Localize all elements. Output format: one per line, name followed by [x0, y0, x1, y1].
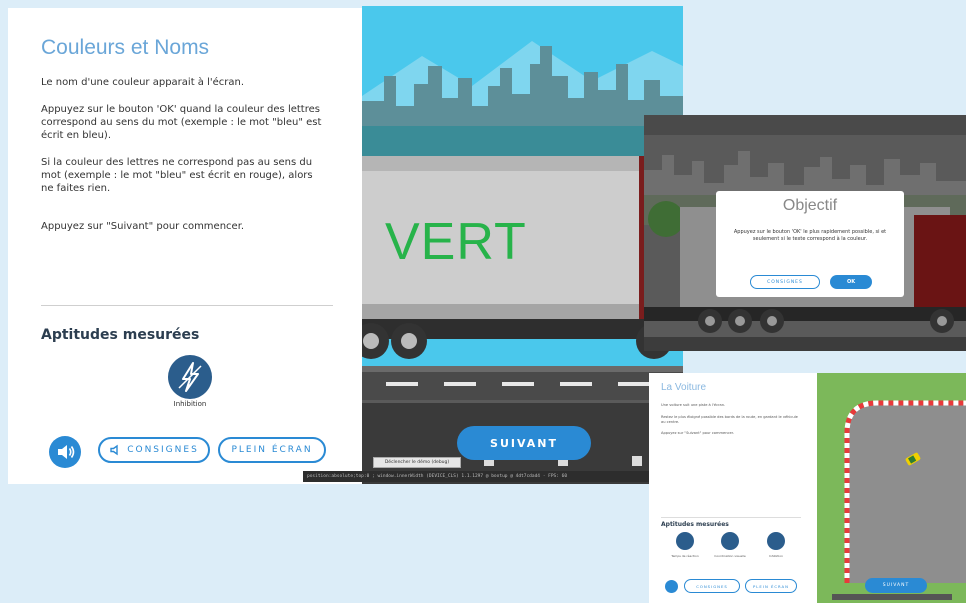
reaction-icon [676, 532, 694, 550]
voiture-divider [661, 517, 801, 518]
objectif-screenshot: Objectif Appuyez sur le bouton 'OK' le p… [644, 115, 966, 351]
voiture-skill-label-2: Coordination visuelle [714, 554, 746, 558]
debug-button[interactable]: Déclencher le démo (debug) [373, 457, 461, 468]
modal-title: Objectif [782, 197, 838, 214]
main-instructions-panel: Couleurs et Noms Le nom d'une couleur ap… [8, 8, 362, 484]
instruction-paragraph-1: Le nom d'une couleur apparait à l'écran. [41, 77, 245, 88]
voiture-skill-label-3: Inhibition [768, 554, 783, 558]
voiture-sound-button[interactable] [665, 580, 678, 593]
voiture-consignes-button[interactable]: CONSIGNES [684, 579, 740, 593]
voiture-game-canvas[interactable]: SUIVANT [817, 373, 966, 603]
modal-consignes-button[interactable]: CONSIGNES [750, 275, 820, 289]
debug-status-bar: position:absolute;top:0 ; window.innerWi… [303, 471, 683, 482]
voiture-paragraph-1: Une voiture suit une piste à l'écran. [661, 403, 726, 407]
speaker-icon [58, 445, 75, 459]
page-title: Couleurs et Noms [41, 36, 210, 59]
car-icon [905, 452, 921, 466]
consignes-label: CONSIGNES [127, 445, 199, 455]
voiture-screenshot: La Voiture Une voiture suit une piste à … [649, 373, 966, 603]
game-canvas[interactable]: VERT SUIVANT [362, 6, 683, 484]
modal-text: Appuyez sur le bouton 'OK' le plus rapid… [733, 229, 887, 242]
consignes-button[interactable]: CONSIGNES [98, 437, 210, 463]
speaker-small-icon [110, 444, 118, 456]
voiture-paragraph-3: Appuyez sur "Suivant" pour commencer. [661, 431, 734, 435]
skills-heading: Aptitudes mesurées [41, 327, 200, 343]
voiture-skills-heading: Aptitudes mesurées [661, 521, 729, 528]
sound-button[interactable] [49, 436, 81, 468]
instruction-paragraph-4: Appuyez sur "Suivant" pour commencer. [41, 221, 245, 232]
voiture-paragraph-2: Restez le plus éloigné possible des bord… [661, 415, 798, 424]
instruction-paragraph-3: Si la couleur des lettres ne correspond … [41, 157, 313, 194]
modal-ok-button[interactable]: OK [830, 275, 872, 289]
divider [41, 305, 333, 306]
suivant-button[interactable]: SUIVANT [457, 426, 591, 460]
fullscreen-button[interactable]: PLEIN ÉCRAN [218, 437, 326, 463]
lightning-icon [767, 532, 785, 550]
voiture-title: La Voiture [661, 382, 707, 393]
instruction-paragraph-2: Appuyez sur le bouton 'OK' quand la coul… [41, 104, 322, 141]
lightning-icon [168, 355, 212, 399]
eye-icon [721, 532, 739, 550]
race-track [817, 400, 966, 603]
color-word: VERT [385, 213, 527, 271]
voiture-fullscreen-button[interactable]: PLEIN ÉCRAN [745, 579, 797, 593]
voiture-skill-label-1: Temps de réaction [671, 554, 699, 558]
fullscreen-label: PLEIN ÉCRAN [231, 445, 313, 455]
skill-label-inhibition: Inhibition [173, 400, 207, 408]
objectif-modal: Objectif Appuyez sur le bouton 'OK' le p… [716, 191, 904, 297]
voiture-suivant-button[interactable]: SUIVANT [865, 578, 927, 593]
